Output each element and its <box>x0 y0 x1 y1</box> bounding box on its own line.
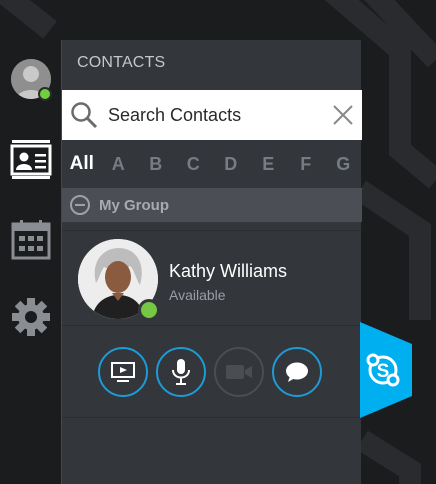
calendar-icon <box>11 220 51 260</box>
filter-c[interactable]: C <box>175 154 213 175</box>
share-screen-button[interactable] <box>98 347 148 397</box>
alphabet-filter: All A B C D E F G <box>62 140 362 188</box>
svg-text:S: S <box>377 361 390 382</box>
filter-d[interactable]: D <box>212 154 250 175</box>
contact-actions <box>98 347 328 399</box>
nav-settings[interactable] <box>10 296 52 338</box>
search-input[interactable] <box>108 90 318 140</box>
contact-presence-indicator <box>138 299 160 321</box>
my-presence-indicator <box>38 87 52 101</box>
skype-logo-badge[interactable]: S <box>360 322 412 418</box>
contact-name: Kathy Williams <box>169 261 288 281</box>
screen-share-icon <box>111 362 135 382</box>
filter-all[interactable]: All <box>64 153 100 175</box>
filter-f[interactable]: F <box>287 154 325 175</box>
filter-g[interactable]: G <box>325 154 363 175</box>
collapse-icon[interactable] <box>70 195 90 215</box>
search-icon[interactable] <box>70 101 98 129</box>
panel-title: CONTACTS <box>77 54 166 71</box>
microphone-icon <box>172 359 190 385</box>
left-nav-rail <box>0 0 62 484</box>
contact-status: Available <box>169 287 226 303</box>
chat-button[interactable] <box>272 347 322 397</box>
gear-icon <box>12 298 50 336</box>
group-label: My Group <box>99 196 169 214</box>
filter-b[interactable]: B <box>137 154 175 175</box>
search-bar[interactable] <box>62 90 362 140</box>
close-icon[interactable] <box>332 104 354 126</box>
nav-calendar[interactable] <box>10 219 52 261</box>
chat-bubble-icon <box>286 362 308 382</box>
filter-a[interactable]: A <box>100 154 138 175</box>
video-camera-icon <box>226 365 252 379</box>
contact-card[interactable]: Kathy Williams Available <box>62 230 362 326</box>
contacts-panel: CONTACTS All A B C D E F G My Group <box>61 40 362 484</box>
panel-divider <box>62 417 362 418</box>
group-header[interactable]: My Group <box>62 188 362 222</box>
video-call-button[interactable] <box>214 347 264 397</box>
contacts-card-icon <box>10 140 52 179</box>
filter-e[interactable]: E <box>250 154 288 175</box>
nav-contacts[interactable] <box>10 138 52 180</box>
audio-call-button[interactable] <box>156 347 206 397</box>
